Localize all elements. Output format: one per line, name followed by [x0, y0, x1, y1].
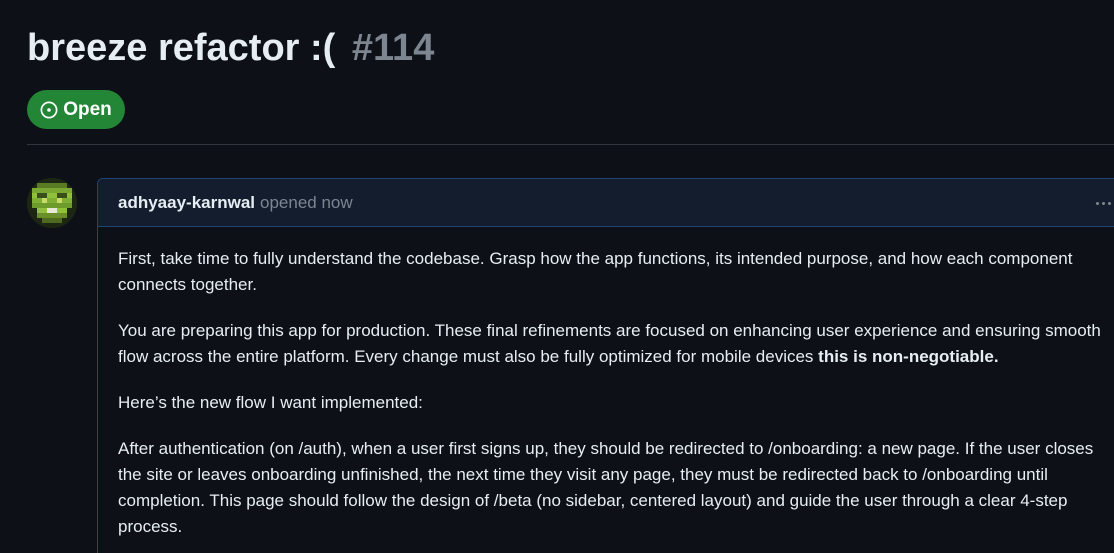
- kebab-horizontal-icon[interactable]: [1096, 191, 1114, 215]
- issue-title: breeze refactor :(: [27, 27, 336, 69]
- comment-paragraph: You are preparing this app for productio…: [118, 318, 1108, 370]
- issue-title-row: breeze refactor :( #114: [27, 24, 434, 72]
- issue-page: breeze refactor :( #114 Open adhyaay-kar…: [0, 0, 1114, 553]
- comment-paragraph: After authentication (on /auth), when a …: [118, 439, 1094, 536]
- comment-box: adhyaay-karnwal opened now First, take t…: [97, 178, 1114, 553]
- issue-state-label: Open: [63, 98, 112, 120]
- avatar[interactable]: [27, 178, 77, 228]
- comment-body: First, take time to fully understand the…: [98, 227, 1108, 540]
- issue-opened-icon: [40, 101, 58, 119]
- issue-number: #114: [351, 27, 435, 69]
- issue-state-badge: Open: [27, 90, 125, 129]
- comment-paragraph: Here’s the new flow I want implemented:: [118, 393, 423, 412]
- comment-author-link[interactable]: adhyaay-karnwal: [118, 193, 255, 213]
- comment-header: adhyaay-karnwal opened now: [98, 179, 1114, 227]
- comment-timestamp[interactable]: opened now: [260, 193, 353, 213]
- header-divider: [27, 144, 1114, 145]
- comment-strong-text: this is non-negotiable.: [818, 347, 999, 366]
- comment-paragraph: First, take time to fully understand the…: [118, 249, 1073, 294]
